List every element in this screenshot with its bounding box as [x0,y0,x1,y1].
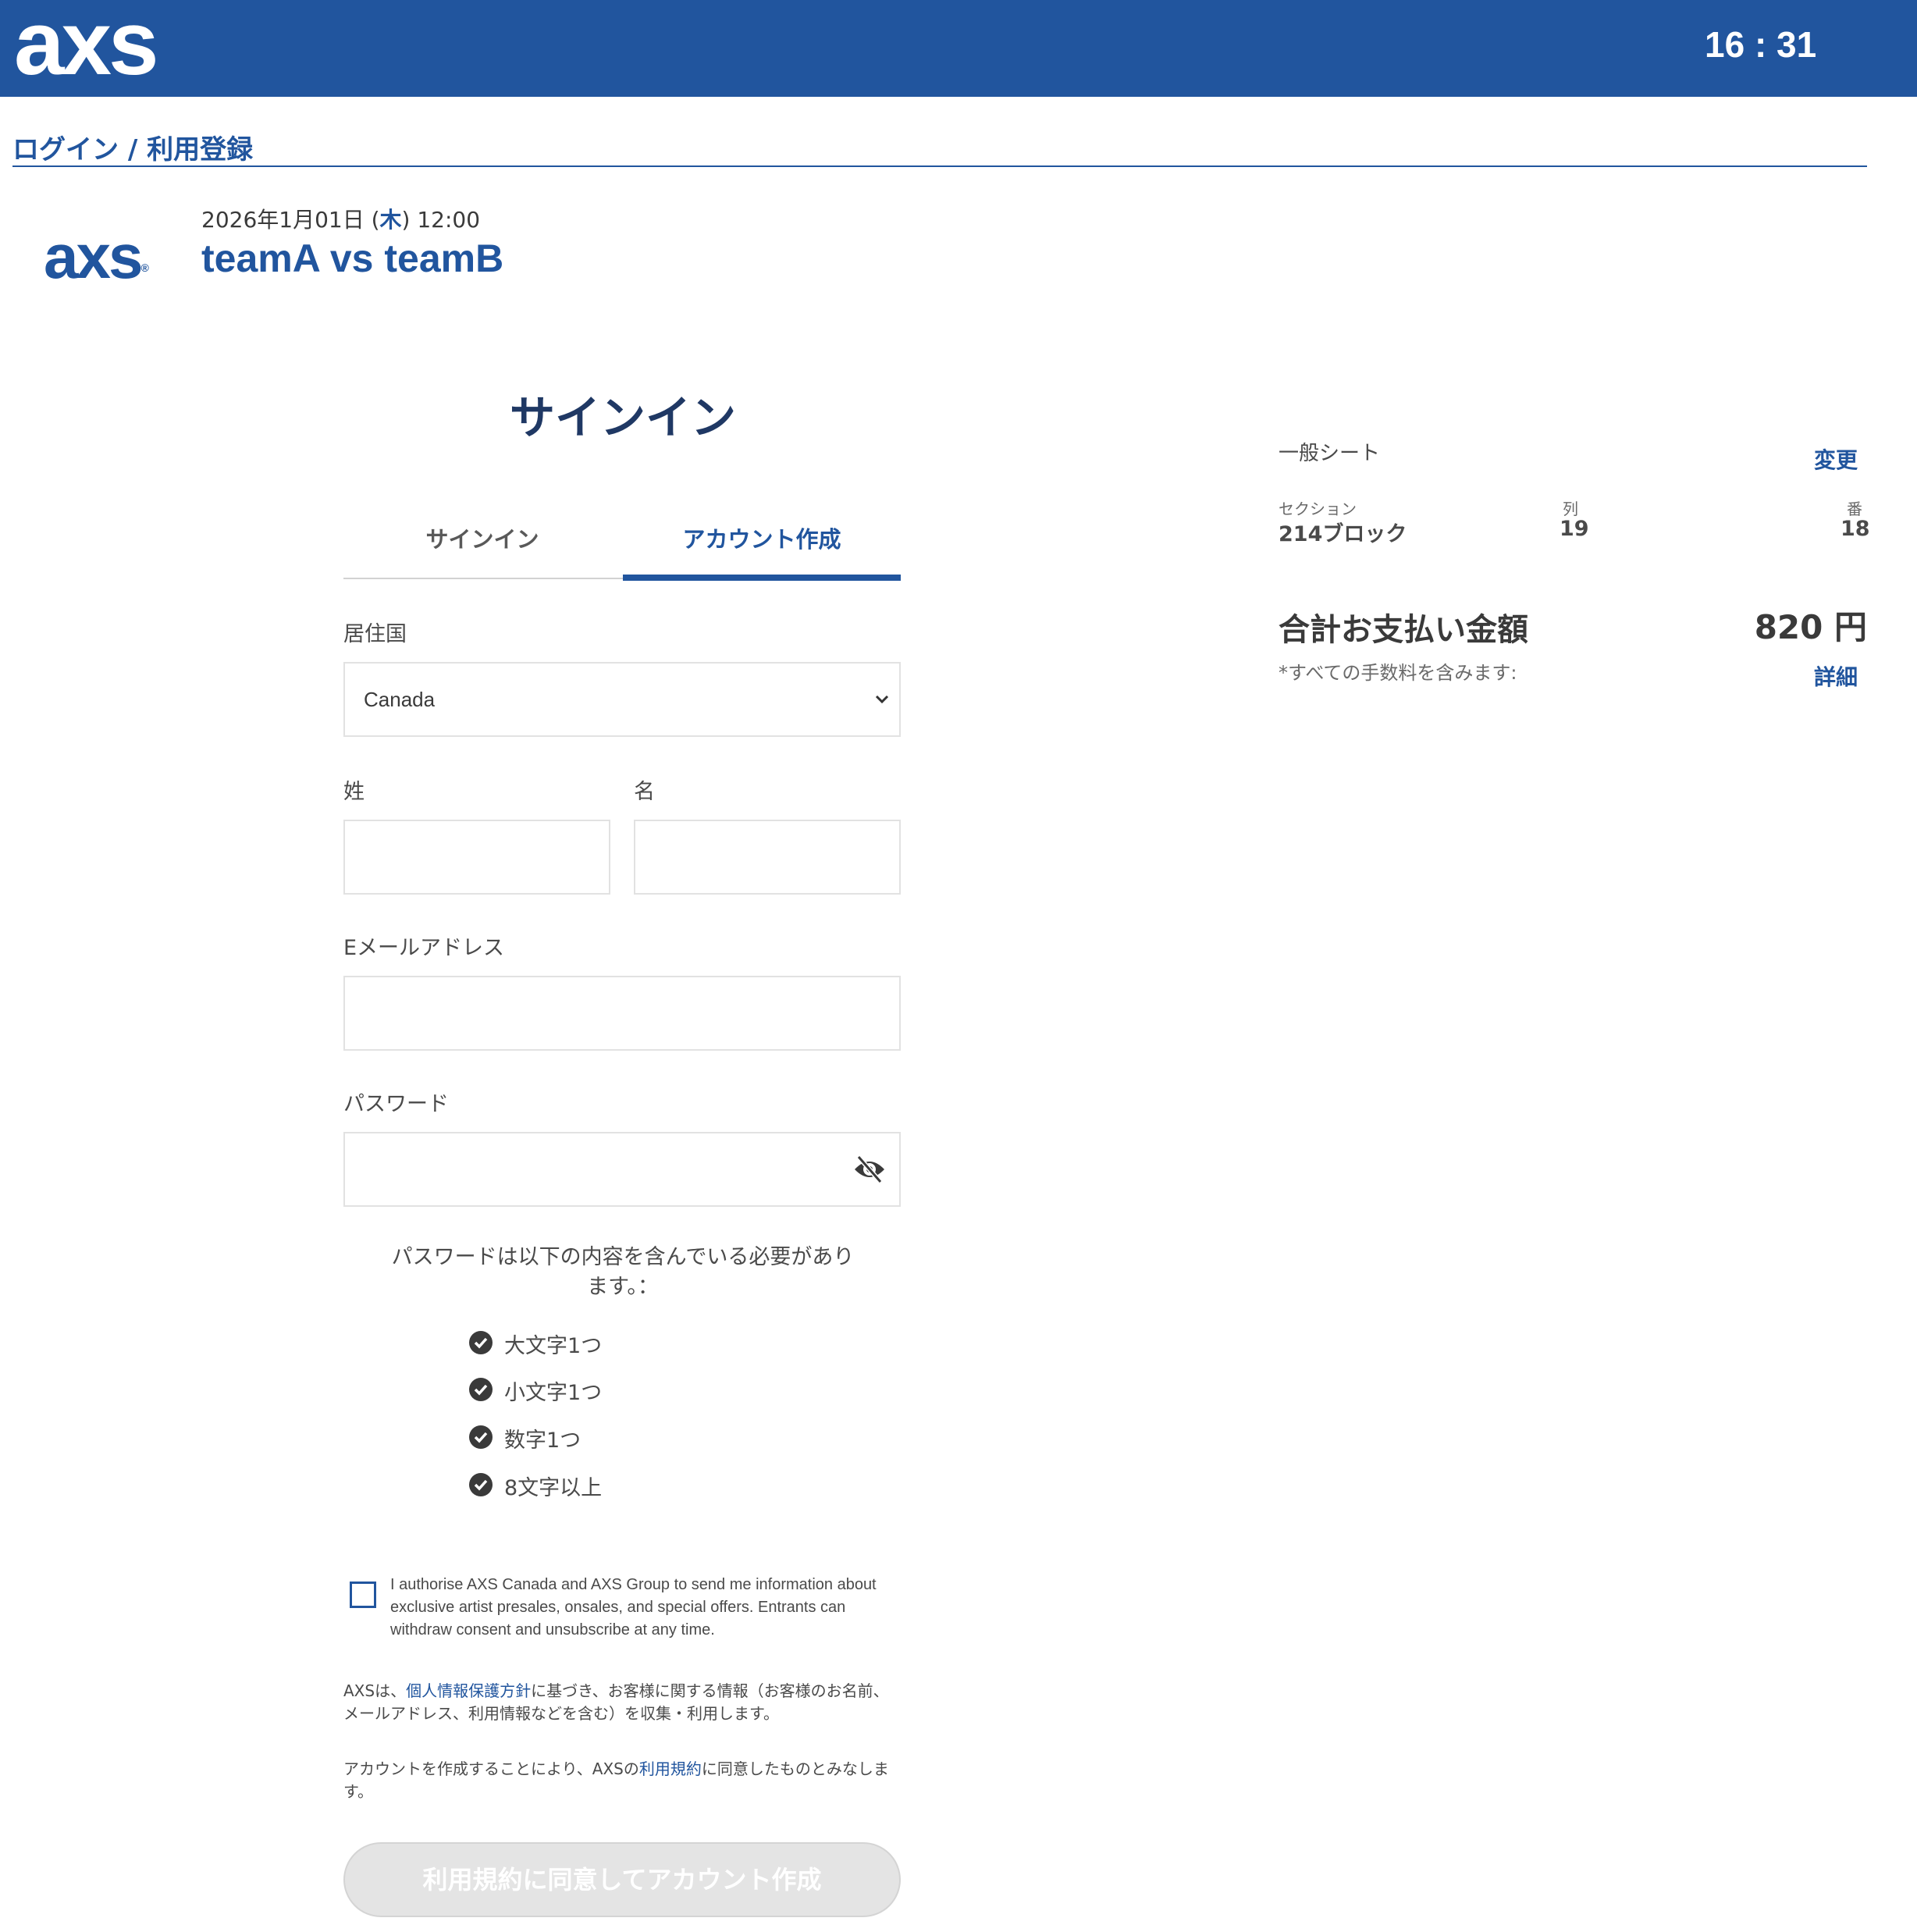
page-title: ログイン / 利用登録 [12,134,254,165]
create-account-button[interactable]: 利用規約に同意してアカウント作成 [343,1842,901,1917]
check-circle-icon [469,1331,493,1354]
marketing-consent-checkbox[interactable] [350,1582,376,1608]
countdown-timer: 16 : 31 [1705,24,1817,65]
privacy-policy-link[interactable]: 個人情報保護方針 [406,1681,531,1700]
email-label: Eメールアドレス [343,936,505,960]
check-circle-icon [469,1473,493,1496]
country-select[interactable]: Canada [343,662,901,737]
total-value: 820 円 [1754,608,1867,646]
event-logo: axs® [44,222,149,291]
event-date: 2026年1月01日 (木) 12:00 [201,207,481,233]
chevron-down-icon [875,695,889,704]
seat-type: 一般シート [1279,442,1381,465]
password-input[interactable] [343,1132,901,1207]
last-name-label: 姓 [343,780,365,804]
seat-value: 18 [1841,517,1870,541]
eye-off-icon[interactable] [852,1154,887,1185]
first-name-label: 名 [634,780,655,804]
last-name-input[interactable] [343,820,610,895]
title-divider [12,165,1867,167]
check-circle-icon [469,1425,493,1449]
first-name-input[interactable] [634,820,901,895]
detail-link[interactable]: 詳細 [1814,660,1858,692]
seat-label: 番 [1847,500,1862,518]
total-fee-note: *すべての手数料を含みます: [1279,662,1517,684]
top-header: axs 16 : 31 [0,0,1917,97]
row-label: 列 [1563,500,1578,518]
terms-notice: アカウントを作成することにより、AXSの利用規約に同意したものとみなします。 [343,1759,889,1801]
event-title: teamA vs teamB [201,237,504,280]
row-value: 19 [1560,517,1589,541]
axs-logo[interactable]: axs [14,0,159,88]
password-rules-title: パスワードは以下の内容を含んでいる必要があり ます。： [391,1245,855,1299]
section-label: セクション [1279,500,1357,518]
change-link[interactable]: 変更 [1814,443,1858,475]
tab-signin[interactable]: サインイン [343,518,621,579]
email-input[interactable] [343,976,901,1051]
privacy-notice: AXSは、個人情報保護方針に基づき、お客様に関する情報（お客様のお名前、メールア… [343,1681,889,1723]
auth-tabs: サインイン アカウント作成 [343,518,901,581]
check-circle-icon [469,1378,493,1401]
country-value: Canada [364,688,436,711]
terms-of-use-link[interactable]: 利用規約 [639,1759,702,1778]
tab-create-account[interactable]: アカウント作成 [623,518,901,581]
country-label: 居住国 [343,622,407,646]
marketing-consent-text: I authorise AXS Canada and AXS Group to … [390,1576,877,1638]
signin-heading: サインイン [509,391,736,444]
section-value: 214ブロック [1279,522,1407,546]
password-label: パスワード [343,1092,449,1116]
total-label: 合計お支払い金額 [1279,612,1528,648]
